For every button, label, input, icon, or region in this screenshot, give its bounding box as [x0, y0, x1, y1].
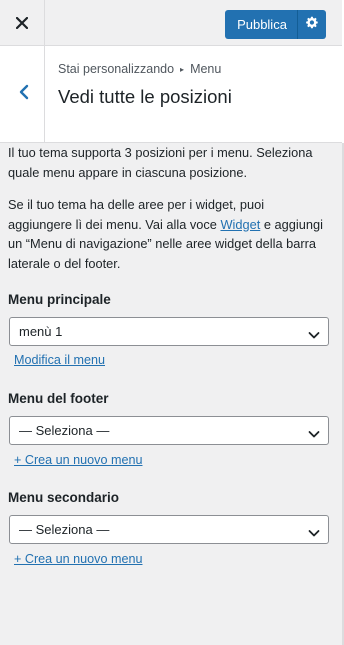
- chevron-down-icon: [308, 524, 320, 544]
- create-menu-link-footer[interactable]: + Crea un nuovo menu: [14, 451, 142, 471]
- menu-select-primary[interactable]: menù 1: [9, 317, 329, 346]
- menu-select-value: menù 1: [19, 323, 63, 339]
- menu-select-secondary[interactable]: — Seleziona —: [9, 515, 329, 544]
- breadcrumb-prefix: Stai personalizzando: [58, 62, 175, 76]
- location-label-secondary: Menu secondario: [8, 490, 120, 505]
- widgets-link[interactable]: Widget: [220, 217, 260, 232]
- widgets-paragraph: Se il tuo tema ha delle aree per i widge…: [8, 195, 330, 273]
- intro-text: Il tuo tema supporta 3 posizioni per i m…: [8, 145, 313, 180]
- publish-settings-button[interactable]: [298, 10, 326, 39]
- menu-select-footer[interactable]: — Seleziona —: [9, 416, 329, 445]
- page-title: Vedi tutte le posizioni: [58, 86, 232, 107]
- create-menu-link-secondary[interactable]: + Crea un nuovo menu: [14, 550, 142, 570]
- menu-select-value: — Seleziona —: [19, 422, 110, 438]
- location-label-footer: Menu del footer: [8, 391, 109, 406]
- edit-menu-link[interactable]: Modifica il menu: [14, 351, 105, 371]
- chevron-left-icon: [19, 84, 29, 105]
- back-button[interactable]: [0, 46, 45, 142]
- breadcrumb-separator: ▸: [180, 64, 185, 74]
- breadcrumb-current: Menu: [190, 62, 222, 76]
- close-icon: [15, 13, 29, 34]
- close-button[interactable]: [0, 0, 45, 46]
- intro-paragraph: Il tuo tema supporta 3 posizioni per i m…: [8, 143, 330, 182]
- breadcrumb: Stai personalizzando ▸ Menu: [58, 62, 221, 76]
- chevron-down-icon: [308, 425, 320, 445]
- publish-button-group: Pubblica: [225, 10, 326, 39]
- menu-select-value: — Seleziona —: [19, 521, 110, 537]
- gear-icon: [305, 16, 319, 34]
- section-header: Stai personalizzando ▸ Menu Vedi tutte l…: [0, 46, 342, 143]
- customizer-header: Pubblica: [0, 0, 342, 46]
- chevron-down-icon: [308, 326, 320, 346]
- location-label-primary: Menu principale: [8, 292, 111, 307]
- publish-button[interactable]: Pubblica: [225, 10, 297, 39]
- customizer-panel: Pubblica Stai personalizzando ▸ Menu Ved…: [0, 0, 342, 645]
